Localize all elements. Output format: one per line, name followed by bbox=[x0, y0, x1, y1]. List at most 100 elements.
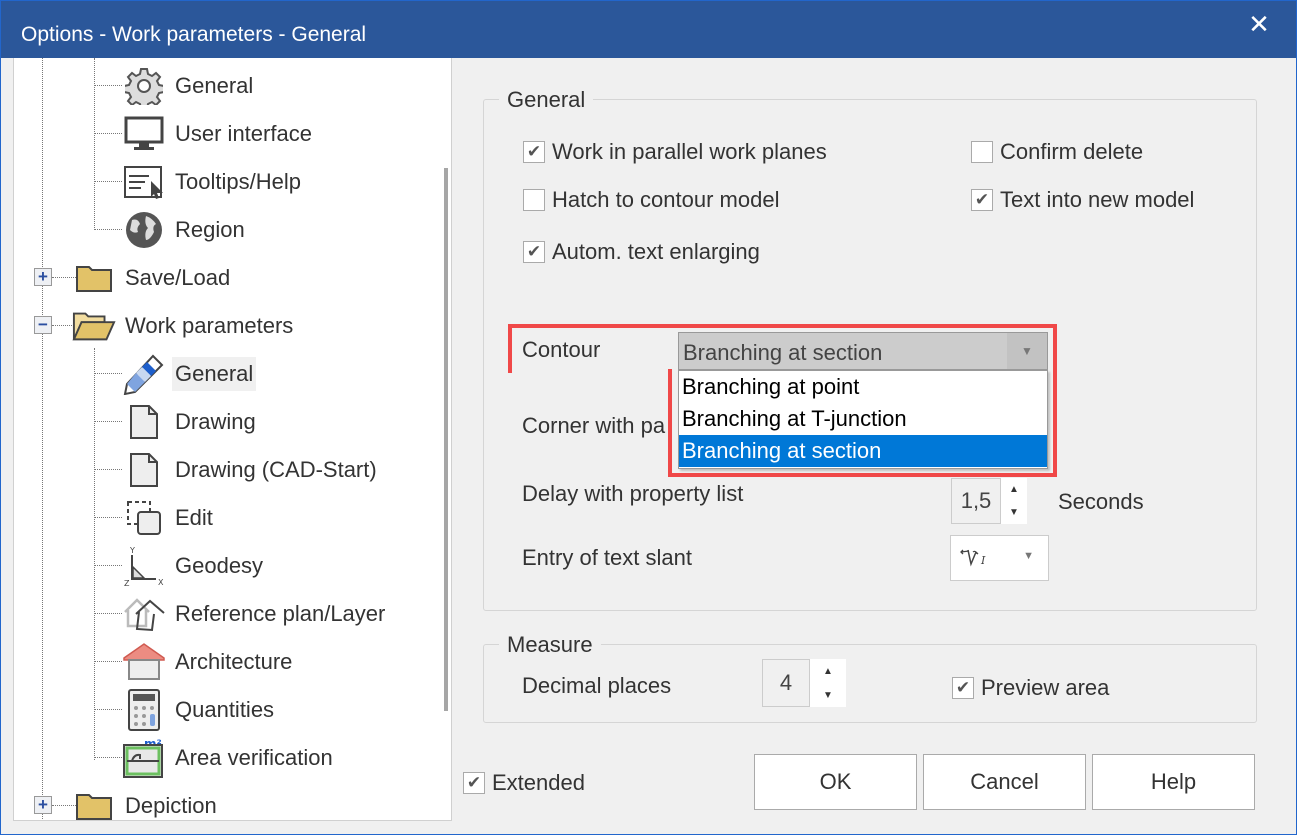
tree-item-drawing[interactable]: Drawing bbox=[122, 402, 259, 442]
tree-item-label: Drawing (CAD-Start) bbox=[175, 457, 377, 482]
tree-item-architecture[interactable]: Architecture bbox=[122, 642, 295, 682]
tree-line bbox=[94, 517, 122, 518]
calculator-icon bbox=[122, 689, 166, 731]
checkbox-box: ✔ bbox=[971, 189, 993, 211]
contour-option-t-junction[interactable]: Branching at T-junction bbox=[679, 403, 1047, 435]
tree-line bbox=[94, 181, 122, 182]
tree-item-label: Save/Load bbox=[125, 265, 231, 290]
folder-icon bbox=[72, 786, 116, 820]
tree-item-label: General bbox=[175, 73, 254, 98]
up-arrow-icon[interactable]: ▲ bbox=[823, 666, 833, 677]
delay-stepper[interactable]: ▲ ▼ bbox=[1001, 478, 1027, 524]
options-dialog: Options - Work parameters - General ✕ + … bbox=[0, 0, 1297, 835]
svg-text:Z: Z bbox=[124, 579, 130, 587]
chevron-down-icon: ▼ bbox=[1023, 550, 1034, 562]
decimal-places-label: Decimal places bbox=[522, 673, 672, 698]
tree-line bbox=[94, 469, 122, 470]
window-title: Options - Work parameters - General bbox=[21, 23, 367, 46]
cancel-button[interactable]: Cancel bbox=[923, 754, 1086, 810]
tree-line bbox=[94, 613, 122, 614]
tree-item-area-verification[interactable]: m² Area verification bbox=[122, 737, 336, 778]
expand-save-load-button[interactable]: + bbox=[34, 268, 52, 286]
tree-line bbox=[94, 348, 95, 760]
tree-line bbox=[94, 373, 122, 374]
confirm-delete-checkbox[interactable]: Confirm delete bbox=[971, 139, 1143, 165]
globe-icon bbox=[122, 210, 166, 250]
checkbox-box: ✔ bbox=[463, 772, 485, 794]
svg-text:X: X bbox=[158, 578, 164, 587]
tree-item-save-load[interactable]: Save/Load bbox=[72, 258, 233, 298]
tree-line bbox=[94, 85, 122, 86]
work-parallel-planes-checkbox[interactable]: ✔ Work in parallel work planes bbox=[523, 139, 827, 165]
text-slant-icon: I bbox=[959, 544, 993, 575]
contour-select-value: Branching at section bbox=[683, 340, 883, 365]
tree-item-label: Architecture bbox=[175, 649, 293, 674]
options-tree: + − + General User interface Tooltips/He… bbox=[13, 58, 452, 821]
tree-line bbox=[94, 58, 95, 230]
extended-checkbox[interactable]: ✔ Extended bbox=[463, 770, 585, 796]
close-icon[interactable]: ✕ bbox=[1242, 9, 1276, 39]
contour-option-section[interactable]: Branching at section bbox=[679, 435, 1047, 467]
tree-line bbox=[94, 757, 122, 758]
tree-item-region[interactable]: Region bbox=[122, 210, 248, 250]
tree-item-reference-plan-layer[interactable]: Reference plan/Layer bbox=[122, 594, 388, 634]
text-slant-select[interactable]: I ▼ bbox=[950, 535, 1049, 581]
expand-depiction-button[interactable]: + bbox=[34, 796, 52, 814]
tree-item-quantities[interactable]: Quantities bbox=[122, 689, 277, 731]
tree-item-label: General bbox=[172, 357, 257, 391]
help-button[interactable]: Help bbox=[1092, 754, 1255, 810]
ok-button[interactable]: OK bbox=[754, 754, 917, 810]
autom-text-enlarging-checkbox[interactable]: ✔ Autom. text enlarging bbox=[523, 239, 760, 265]
text-into-new-model-checkbox[interactable]: ✔ Text into new model bbox=[971, 187, 1194, 213]
contour-option-point[interactable]: Branching at point bbox=[679, 371, 1047, 403]
tree-item-drawing-cad-start[interactable]: Drawing (CAD-Start) bbox=[122, 450, 380, 490]
down-arrow-icon[interactable]: ▼ bbox=[823, 690, 833, 701]
delay-input[interactable]: 1,5 bbox=[951, 478, 1001, 524]
measure-group-title: Measure bbox=[499, 632, 601, 658]
houses-icon bbox=[122, 594, 166, 634]
tree-item-label: Reference plan/Layer bbox=[175, 601, 386, 626]
tree-item-label: Geodesy bbox=[175, 553, 264, 578]
preview-area-checkbox[interactable]: ✔ Preview area bbox=[952, 675, 1109, 701]
tree-item-label: Area verification bbox=[175, 745, 333, 770]
checkbox-label: Work in parallel work planes bbox=[552, 139, 827, 164]
decimal-places-input[interactable]: 4 bbox=[762, 659, 810, 707]
tree-scrollbar[interactable] bbox=[444, 168, 448, 711]
tree-item-label: Work parameters bbox=[125, 313, 294, 338]
chevron-down-icon[interactable]: ▼ bbox=[1007, 333, 1047, 369]
tree-item-label: Depiction bbox=[125, 793, 217, 818]
checkbox-label: Text into new model bbox=[1000, 187, 1195, 212]
house-icon bbox=[122, 642, 166, 682]
decimal-places-stepper[interactable]: ▲ ▼ bbox=[810, 659, 846, 707]
edit-selection-icon bbox=[122, 498, 166, 538]
tree-line bbox=[42, 58, 43, 820]
tooltip-icon bbox=[122, 162, 166, 202]
tree-item-edit[interactable]: Edit bbox=[122, 498, 216, 538]
delay-label: Delay with property list bbox=[522, 481, 744, 506]
tree-item-label: User interface bbox=[175, 121, 312, 146]
tree-item-tooltips-help[interactable]: Tooltips/Help bbox=[122, 162, 304, 202]
checkbox-box bbox=[971, 141, 993, 163]
svg-text:Y: Y bbox=[129, 546, 135, 555]
up-arrow-icon[interactable]: ▲ bbox=[1009, 484, 1019, 495]
hatch-contour-model-checkbox[interactable]: Hatch to contour model bbox=[523, 187, 779, 213]
collapse-work-parameters-button[interactable]: − bbox=[34, 316, 52, 334]
contour-select[interactable]: Branching at section ▼ bbox=[678, 332, 1048, 370]
tree-item-label: Tooltips/Help bbox=[175, 169, 301, 194]
checkbox-label: Autom. text enlarging bbox=[552, 239, 760, 264]
svg-text:I: I bbox=[980, 554, 986, 567]
tree-item-label: Edit bbox=[175, 505, 213, 530]
tree-item-general[interactable]: General bbox=[122, 66, 256, 106]
checkbox-box bbox=[523, 189, 545, 211]
corner-label: Corner with pa bbox=[522, 413, 666, 438]
tree-item-depiction[interactable]: Depiction bbox=[72, 786, 220, 820]
tree-item-user-interface[interactable]: User interface bbox=[122, 114, 315, 154]
general-group-title: General bbox=[499, 87, 594, 113]
checkbox-label: Hatch to contour model bbox=[552, 187, 780, 212]
tree-item-work-parameters[interactable]: Work parameters bbox=[72, 306, 296, 346]
down-arrow-icon[interactable]: ▼ bbox=[1009, 507, 1019, 518]
tree-item-work-general[interactable]: General bbox=[122, 354, 257, 395]
tree-item-geodesy[interactable]: Y Z X Geodesy bbox=[122, 546, 266, 587]
pencil-icon bbox=[122, 354, 166, 395]
folder-icon bbox=[72, 258, 116, 298]
